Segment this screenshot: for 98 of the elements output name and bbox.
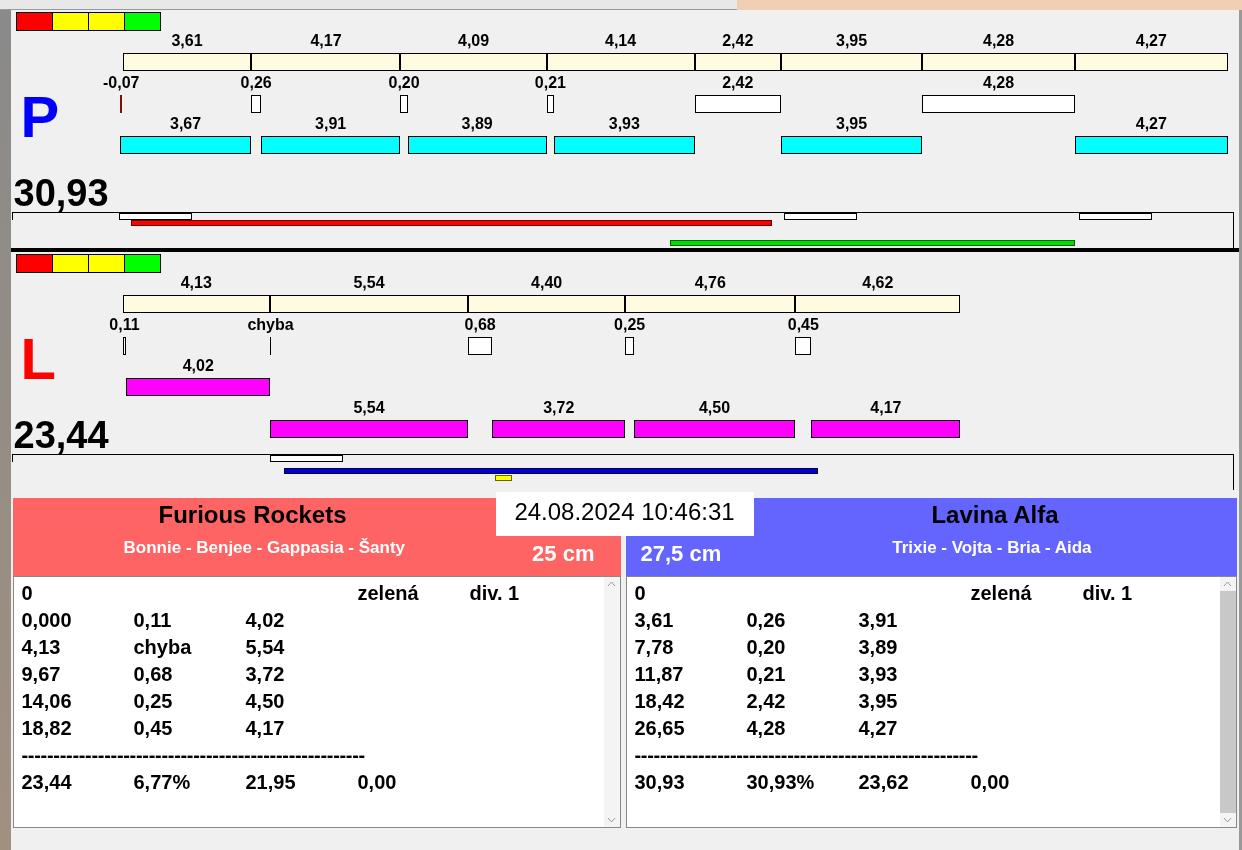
split-label: 4,62 [862, 274, 894, 292]
run-label: 4,27 [1135, 115, 1167, 133]
run-label: 4,02 [182, 357, 214, 375]
log-cell-text: 3,72 [245, 663, 286, 686]
split-label: 4,14 [605, 32, 637, 50]
log-cell-text: 30,93% [746, 771, 816, 794]
lane-total: 30,93 [13, 174, 109, 212]
log-cell-text: 0,000 [21, 609, 73, 632]
gap-label: 0,68 [464, 316, 496, 334]
log-cell-text: 30,93 [634, 771, 686, 794]
gap-label: -0,07 [103, 74, 140, 92]
log-cell-text: 9,67 [21, 663, 62, 686]
run-label: 4,17 [870, 399, 902, 417]
run-label: 3,93 [608, 115, 640, 133]
split-label: 4,09 [458, 32, 490, 50]
split-label: 4,76 [694, 274, 726, 292]
log-cell-text: 2,42 [746, 690, 787, 713]
log-cell-text: 14,06 [21, 690, 73, 713]
distance: 27,5 cm [640, 541, 722, 567]
gap-label: 0,25 [614, 316, 646, 334]
log-cell-text: 3,95 [858, 690, 899, 713]
log-cell-text: 4,13 [21, 636, 62, 659]
gap-label: 2,42 [722, 74, 754, 92]
scroll-down-icon[interactable] [607, 817, 616, 823]
separator-text: ------------------------------------------------------ [634, 744, 978, 767]
split-label: 4,17 [310, 32, 342, 50]
lane-total: 23,44 [13, 416, 109, 454]
run-label: 3,91 [315, 115, 347, 133]
team-name: Furious Rockets [158, 500, 347, 530]
run-label: 3,95 [836, 115, 868, 133]
run-label: 3,67 [170, 115, 202, 133]
log-cell-text: div. 1 [469, 582, 521, 605]
log-cell-text: 7,78 [634, 636, 675, 659]
log-cell-text: 4,02 [245, 609, 286, 632]
gap-label: 0,21 [534, 74, 566, 92]
distance: 25 cm [532, 541, 595, 567]
scroll-down-icon[interactable] [1223, 817, 1232, 823]
separator-text: ------------------------------------------------------ [21, 744, 365, 767]
log-cell-text: zelená [357, 582, 420, 605]
log-cell-text: 5,54 [245, 636, 286, 659]
gap-label: 0,26 [240, 74, 272, 92]
log-cell-text: 0,68 [133, 663, 174, 686]
log-cell-text: chyba [133, 636, 193, 659]
split-label: 3,61 [171, 32, 203, 50]
log-cell-text: 23,44 [21, 771, 73, 794]
log-cell-text: 3,61 [634, 609, 675, 632]
log-cell-text: 0,26 [746, 609, 787, 632]
scrollbar[interactable] [1219, 577, 1236, 827]
log-cell-text: 3,89 [858, 636, 899, 659]
log-cell-text: 26,65 [634, 717, 686, 740]
log-cell-text: 23,62 [858, 771, 910, 794]
gap-label: 4,28 [983, 74, 1015, 92]
log-cell-text: 0,00 [357, 771, 398, 794]
log-cell-text: 4,17 [245, 717, 286, 740]
split-label: 3,95 [836, 32, 868, 50]
log-cell-text: 0 [21, 582, 34, 605]
log-cell-text: 3,93 [858, 663, 899, 686]
log-cell-text: 6,77% [133, 771, 192, 794]
log-cell-text: 3,91 [858, 609, 899, 632]
run-label: 5,54 [353, 399, 385, 417]
team-name: Lavina Alfa [931, 500, 1059, 530]
split-label: 4,28 [983, 32, 1015, 50]
log-cell-text: 11,87 [634, 663, 685, 686]
split-label: 2,42 [722, 32, 754, 50]
log-cell-text: 4,50 [245, 690, 286, 713]
log-cell-text: 18,82 [21, 717, 73, 740]
lane-letter: P [20, 88, 60, 146]
lane-letter: L [20, 330, 56, 388]
run-label: 3,89 [461, 115, 493, 133]
gap-label: 0,20 [388, 74, 420, 92]
log-cell-text: 0,45 [133, 717, 174, 740]
log-cell-text: 0,20 [746, 636, 787, 659]
team-members: Trixie - Vojta - Bria - Aida [891, 538, 1093, 558]
log-cell-text: zelená [970, 582, 1033, 605]
gap-label: 0,11 [109, 316, 140, 334]
log-cell-text: 0,21 [746, 663, 787, 686]
gap-label: 0,45 [787, 316, 819, 334]
log-cell-text: 0,00 [970, 771, 1011, 794]
scrollbar[interactable] [603, 577, 620, 827]
split-label: 4,40 [531, 274, 563, 292]
scroll-up-icon[interactable] [1223, 581, 1232, 587]
split-label: 5,54 [353, 274, 385, 292]
log-cell-text: 0,25 [133, 690, 174, 713]
log-cell-text: 0,11 [133, 609, 173, 632]
split-label: 4,27 [1135, 32, 1167, 50]
log-cell-text: 0 [634, 582, 647, 605]
team-members: Bonnie - Benjee - Gappasia - Šanty [122, 538, 407, 558]
run-label: 4,50 [698, 399, 731, 417]
gap-label: chyba [247, 316, 294, 334]
split-label: 4,13 [180, 274, 212, 292]
log-cell-text: 4,27 [858, 717, 899, 740]
log-cell-text: 4,28 [746, 717, 787, 740]
log-cell-text: 21,95 [245, 771, 297, 794]
timestamp: 24.08.2024 10:46:31 [495, 492, 754, 536]
log-cell-text: div. 1 [1082, 582, 1134, 605]
scroll-up-icon[interactable] [607, 581, 616, 587]
log-cell-text: 18,42 [634, 690, 686, 713]
run-label: 3,72 [543, 399, 575, 417]
